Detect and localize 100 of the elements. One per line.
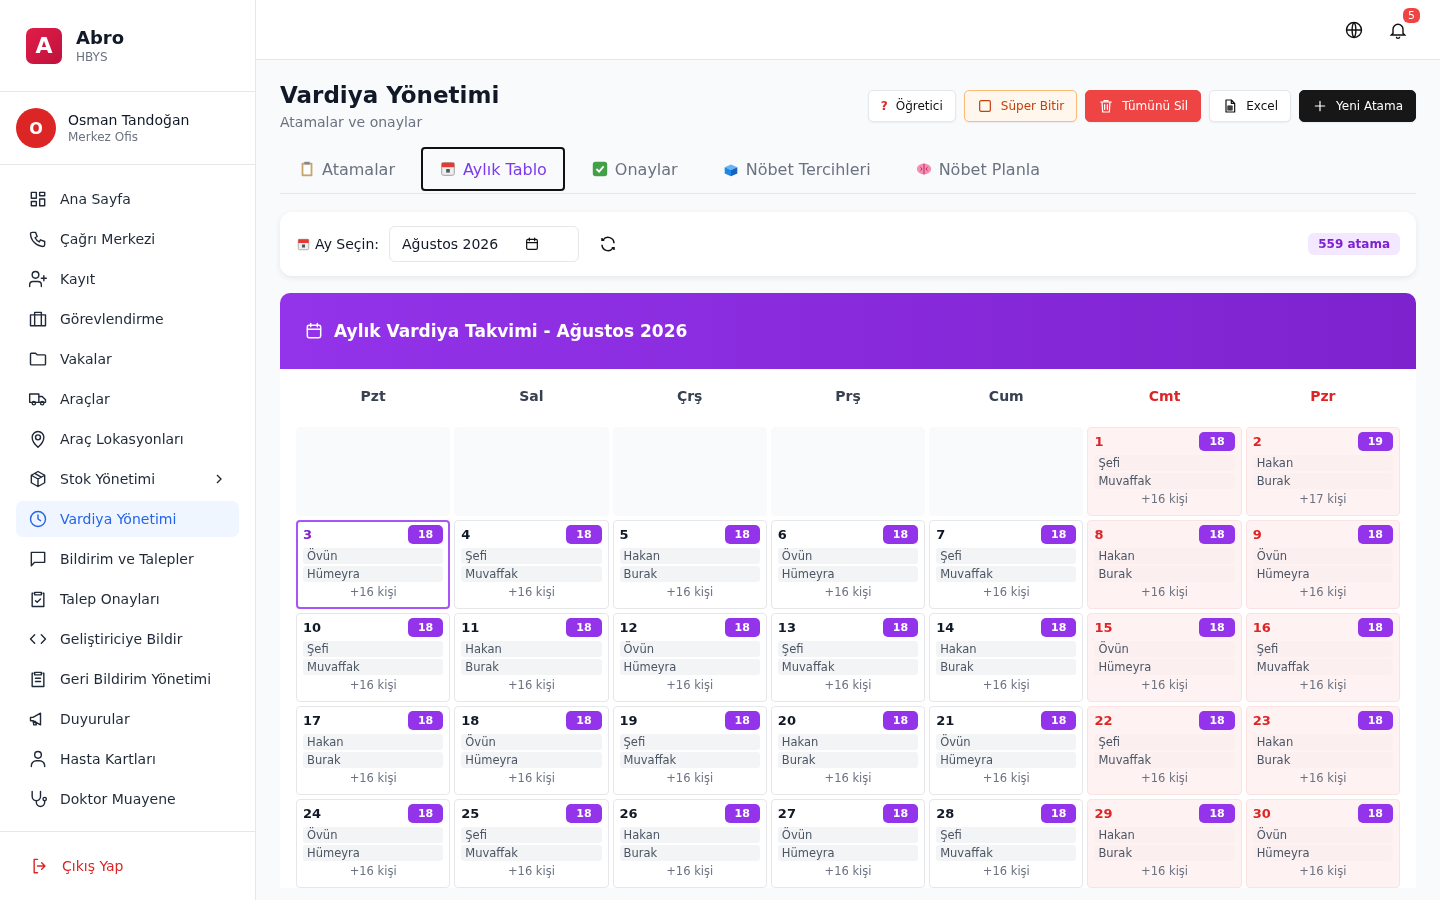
assignment-count: 559 atama [1308, 233, 1400, 255]
nav-item[interactable]: Kayıt [16, 261, 239, 297]
nav-item[interactable]: Görevlendirme [16, 301, 239, 337]
shift-count: 18 [1199, 804, 1235, 823]
nav-item[interactable]: Çağrı Merkezi [16, 221, 239, 257]
user-avatar: O [16, 108, 56, 148]
new-assignment-button[interactable]: Yeni Atama [1299, 90, 1416, 122]
excel-button[interactable]: Excel [1209, 90, 1291, 122]
more-people: +16 kişi [506, 585, 556, 599]
tutorial-button[interactable]: ? Öğretici [867, 90, 956, 122]
day-cell[interactable]: 28 18 Şefi Muvaffak +16 kişi [929, 799, 1084, 888]
day-number: 21 [936, 713, 955, 728]
day-number: 15 [1094, 620, 1113, 635]
day-cell[interactable]: 13 18 Şefi Muvaffak +16 kişi [770, 613, 926, 702]
nav-item[interactable]: Ana Sayfa [16, 181, 239, 217]
tab[interactable]: Nöbet Planla [896, 147, 1059, 191]
finish-button[interactable]: Süper Bitir [963, 90, 1078, 122]
refresh-icon[interactable] [599, 235, 618, 253]
day-number: 8 [1094, 527, 1104, 542]
day-cell[interactable]: 27 18 Övün Hümeyra +16 kişi [770, 799, 926, 888]
tab[interactable]: Atamalar [280, 147, 413, 191]
tab[interactable]: Onaylar [572, 147, 696, 191]
day-cell[interactable]: 17 18 Hakan Burak +16 kişi [296, 706, 451, 795]
day-cell[interactable]: 11 18 Hakan Burak +16 kişi [454, 613, 609, 702]
staff-name: Hakan [777, 734, 919, 750]
weekday-header: Sal [518, 387, 545, 406]
day-number: 3 [303, 527, 313, 542]
day-cell[interactable]: 12 18 Övün Hümeyra +16 kişi [612, 613, 767, 702]
day-cell[interactable]: 29 18 Hakan Burak +16 kişi [1087, 799, 1242, 888]
day-cell[interactable]: 3 18 Övün Hümeyra +16 kişi [296, 520, 451, 609]
tab[interactable]: Nöbet Tercihleri [703, 147, 889, 191]
day-cell[interactable]: 15 18 Övün Hümeyra +16 kişi [1087, 613, 1242, 702]
nav-item[interactable]: Bildirim ve Talepler [16, 541, 239, 577]
day-number: 14 [936, 620, 955, 635]
more-people: +16 kişi [506, 678, 556, 692]
nav-item[interactable]: Doktor Muayene [16, 781, 239, 817]
day-cell[interactable]: 25 18 Şefi Muvaffak +16 kişi [454, 799, 609, 888]
day-cell[interactable]: 22 18 Şefi Muvaffak +16 kişi [1087, 706, 1242, 795]
day-number: 24 [303, 806, 322, 821]
day-cell[interactable]: 19 18 Şefi Muvaffak +16 kişi [612, 706, 767, 795]
nav-item[interactable]: Araçlar [16, 381, 239, 417]
nav-item[interactable]: Hasta Kartları [16, 741, 239, 777]
shift-count: 18 [1357, 618, 1393, 637]
more-people: +16 kişi [1140, 585, 1190, 599]
day-cell[interactable]: 18 18 Övün Hümeyra +16 kişi [454, 706, 609, 795]
staff-name: Hümeyra [461, 752, 602, 768]
shift-count: 18 [566, 804, 602, 823]
day-cell[interactable]: 10 18 Şefi Muvaffak +16 kişi [296, 613, 451, 702]
staff-name: Şefi [461, 827, 602, 843]
shift-count: 18 [407, 525, 444, 544]
day-cell[interactable]: 5 18 Hakan Burak +16 kişi [612, 520, 767, 609]
tab[interactable]: Aylık Tablo [420, 147, 565, 191]
day-cell[interactable]: 30 18 Övün Hümeyra +16 kişi [1245, 799, 1400, 888]
nav-item[interactable]: Duyurular [16, 701, 239, 737]
more-people: +16 kişi [981, 585, 1031, 599]
day-cell[interactable]: 2 19 Hakan Burak +17 kişi [1245, 427, 1400, 516]
day-cell[interactable]: 20 18 Hakan Burak +16 kişi [770, 706, 926, 795]
day-cell[interactable]: 9 18 Övün Hümeyra +16 kişi [1245, 520, 1400, 609]
day-cell[interactable]: 4 18 Şefi Muvaffak +16 kişi [454, 520, 609, 609]
day-cell[interactable]: 23 18 Hakan Burak +16 kişi [1245, 706, 1400, 795]
delete-all-button[interactable]: Tümünü Sil [1085, 90, 1202, 122]
day-number: 4 [461, 527, 471, 542]
nav-item[interactable]: Vakalar [16, 341, 239, 377]
staff-name: Hümeyra [777, 566, 919, 582]
day-cell[interactable]: 24 18 Övün Hümeyra +16 kişi [296, 799, 451, 888]
day-cell[interactable]: 8 18 Hakan Burak +16 kişi [1087, 520, 1242, 609]
shift-count: 18 [882, 618, 919, 637]
globe-icon[interactable] [1344, 19, 1364, 40]
nav-item[interactable]: Talep Onayları [16, 581, 239, 617]
nav-item[interactable]: Araç Lokasyonları [16, 421, 239, 457]
month-field[interactable]: Ağustos 2026 [389, 226, 580, 262]
shift-count: 18 [1041, 804, 1077, 823]
day-cell[interactable]: 1 18 Şefi Muvaffak +16 kişi [1087, 427, 1242, 516]
shift-count: 18 [882, 525, 919, 544]
shift-count: 18 [1199, 432, 1235, 451]
day-cell[interactable]: 26 18 Hakan Burak +16 kişi [612, 799, 767, 888]
more-people: +16 kişi [506, 771, 556, 785]
weekday-header: Çrş [675, 387, 704, 406]
staff-name: Muvaffak [777, 659, 919, 675]
page-subtitle: Atamalar ve onaylar [280, 114, 424, 130]
nav-item[interactable]: Vardiya Yönetimi [16, 501, 239, 537]
nav-item[interactable]: Stok Yönetimi [16, 461, 239, 497]
day-cell[interactable]: 21 18 Övün Hümeyra +16 kişi [929, 706, 1084, 795]
day-cell[interactable]: 7 18 Şefi Muvaffak +16 kişi [929, 520, 1084, 609]
staff-name: Muvaffak [303, 659, 444, 675]
day-cell[interactable]: 16 18 Şefi Muvaffak +16 kişi [1245, 613, 1400, 702]
package-icon [28, 469, 48, 489]
staff-name: Şefi [619, 734, 760, 750]
staff-name: Hakan [303, 734, 444, 750]
day-cell[interactable]: 14 18 Hakan Burak +16 kişi [929, 613, 1084, 702]
nav-item[interactable]: Geri Bildirim Yönetimi [16, 661, 239, 697]
logout-link[interactable]: Çıkış Yap [0, 831, 255, 900]
folder-icon [28, 349, 48, 369]
nav-item[interactable]: Geliştiriciye Bildir [16, 621, 239, 657]
more-people: +16 kişi [981, 771, 1031, 785]
staff-name: Hakan [936, 641, 1077, 657]
day-cell[interactable]: 6 18 Övün Hümeyra +16 kişi [770, 520, 926, 609]
day-number: 1 [1094, 434, 1104, 449]
day-number: 17 [303, 713, 322, 728]
staff-name: Burak [777, 752, 919, 768]
